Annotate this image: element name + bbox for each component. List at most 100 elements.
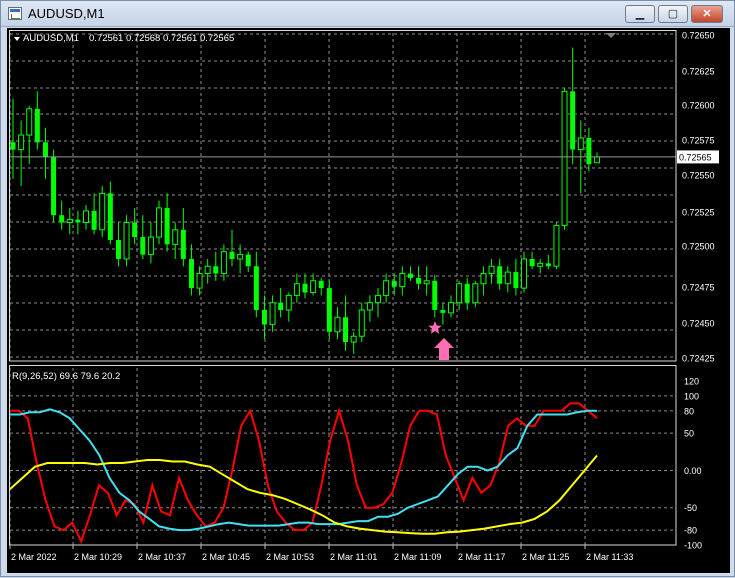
chart-labels: AUDUSD,M1 0.72561 0.72568 0.72561 0.72565… [11,31,715,563]
time-axis-label: 2 Mar 10:53 [266,552,314,562]
indicator-line-red [10,402,598,544]
candle-body-down [34,108,40,143]
candle-body-up [204,265,211,275]
indicator-lines [9,402,598,544]
candle-body-down [245,254,251,267]
indicator-line-cyan [10,408,597,532]
candle-body-up [577,137,584,151]
price-axis-label: 0.72550 [682,171,715,181]
candle-body-down [278,302,284,310]
price-candles [10,47,600,360]
candle-body-down [261,309,267,325]
chart-area[interactable]: AUDUSD,M1 0.72561 0.72568 0.72561 0.72565… [7,28,730,573]
candle-body-down [229,251,235,259]
close-button[interactable]: ✕ [691,5,723,23]
candle-body-down [570,91,576,150]
candle-body-up [18,134,25,151]
indicator-scale-label: 50 [684,429,694,439]
candle-body-up [472,283,479,304]
indicator-scale-label: -100 [684,541,702,551]
candle-body-up [147,236,154,256]
candle-body-down [440,309,446,313]
candle-body-up [237,254,244,260]
candle-body-up [156,207,162,238]
candle-body-up [594,156,600,164]
ohlc-values: 0.72561 0.72568 0.72561 0.72565 [89,33,234,44]
candle-body-down [464,283,470,303]
candle-body-up [66,219,73,224]
candle-body-down [343,317,349,343]
candle-body-down [115,240,121,259]
candle-body-up [350,335,357,343]
candle-body-up [196,273,203,289]
grid [9,33,676,546]
price-axis-label: 0.72450 [682,319,715,329]
candle-body-down [132,222,138,238]
candle-body-up [375,294,381,304]
price-axis-label: 0.72525 [682,208,715,218]
candle-body-down [407,273,413,278]
price-axis-label: 0.72600 [682,101,715,111]
candle-body-down [59,215,65,223]
chart-canvas[interactable]: AUDUSD,M1 0.72561 0.72568 0.72561 0.72565… [7,28,730,573]
symbol-label: AUDUSD,M1 [23,33,79,44]
indicator-scale-label: 80 [684,406,694,416]
time-axis-label: 2 Mar 11:09 [394,552,441,562]
candle-body-up [399,273,406,288]
chart-window-icon [8,7,22,20]
chart-frame [9,30,719,549]
time-axis-label: 2 Mar 10:45 [202,552,250,562]
candle-body-up [172,229,179,245]
price-axis-label: 0.72625 [682,67,715,77]
candle-body-up [220,251,227,275]
candle-body-down [42,142,48,157]
candle-body-up [504,271,511,285]
time-axis-label: 2 Mar 11:25 [522,552,569,562]
symbol-dropdown-icon [14,37,20,41]
candle-body-down [318,280,324,289]
candle-body-up [553,224,560,267]
time-axis-label: 2 Mar 10:37 [138,552,186,562]
candle-body-up [83,210,89,224]
candle-body-up [269,302,276,326]
chart-shift-marker [606,33,616,38]
candle-body-down [497,266,503,284]
candle-body-up [99,192,106,231]
time-axis-label: 2 Mar 2022 [11,552,57,562]
indicator-scale-label: 120 [684,377,699,387]
candle-body-up [285,294,292,311]
indicator-label: R(9,26,52) 69.6 79.6 20.2 [12,371,120,382]
time-axis-label: 2 Mar 11:01 [330,552,377,562]
indicator-scale-label: 0.00 [684,466,702,476]
title-bar[interactable]: AUDUSD,M1 ▁ ▢ ✕ [1,1,734,27]
candle-body-down [253,266,259,310]
candle-body-down [432,280,438,310]
window-title: AUDUSD,M1 [28,6,105,21]
candle-body-up [537,262,544,267]
indicator-border [9,365,677,546]
time-axis-label: 2 Mar 11:17 [458,552,505,562]
candle-body-down [302,283,308,293]
candle-body-up [26,108,33,136]
minimize-button[interactable]: ▁ [625,5,655,23]
candle-body-down [107,193,113,241]
candle-body-up [423,280,430,285]
candle-body-down [164,207,170,245]
indicator-scale-label: -50 [684,503,697,513]
candle-body-down [529,258,535,267]
price-axis-label: 0.72475 [682,283,715,293]
price-axis-label: 0.72425 [682,354,715,364]
candle-body-up [383,280,390,296]
maximize-button[interactable]: ▢ [658,5,688,23]
candle-body-down [75,219,81,223]
candle-body-up [456,283,463,304]
price-axis-label: 0.72575 [682,136,715,146]
signal-star-marker [428,321,442,334]
candle-body-down [513,272,519,289]
candle-body-down [10,142,16,150]
time-axis-label: 2 Mar 10:29 [74,552,122,562]
candle-body-down [51,156,57,216]
time-axis-label: 2 Mar 11:33 [586,552,633,562]
candle-body-up [123,222,130,260]
candle-body-down [326,288,332,332]
